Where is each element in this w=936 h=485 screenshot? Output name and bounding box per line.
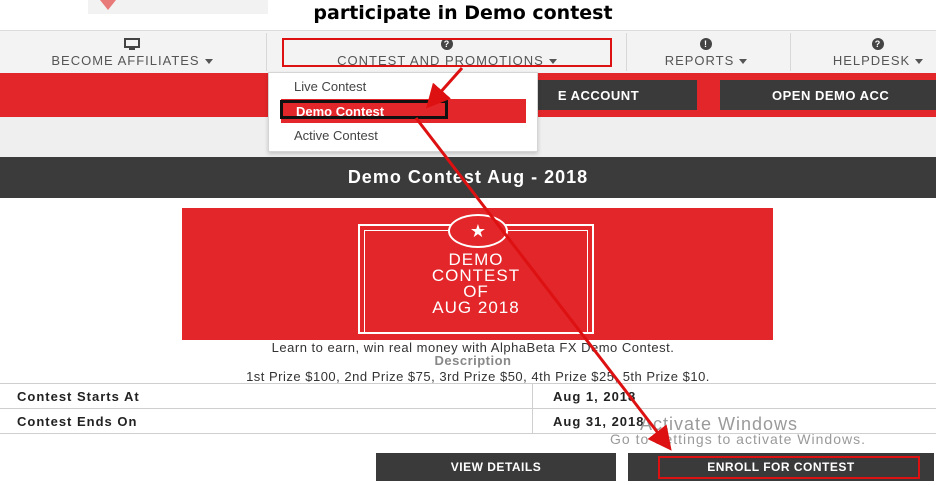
annotation-arrow (414, 117, 672, 451)
annotation-arrows (414, 67, 672, 451)
annotation-arrow (426, 67, 464, 109)
